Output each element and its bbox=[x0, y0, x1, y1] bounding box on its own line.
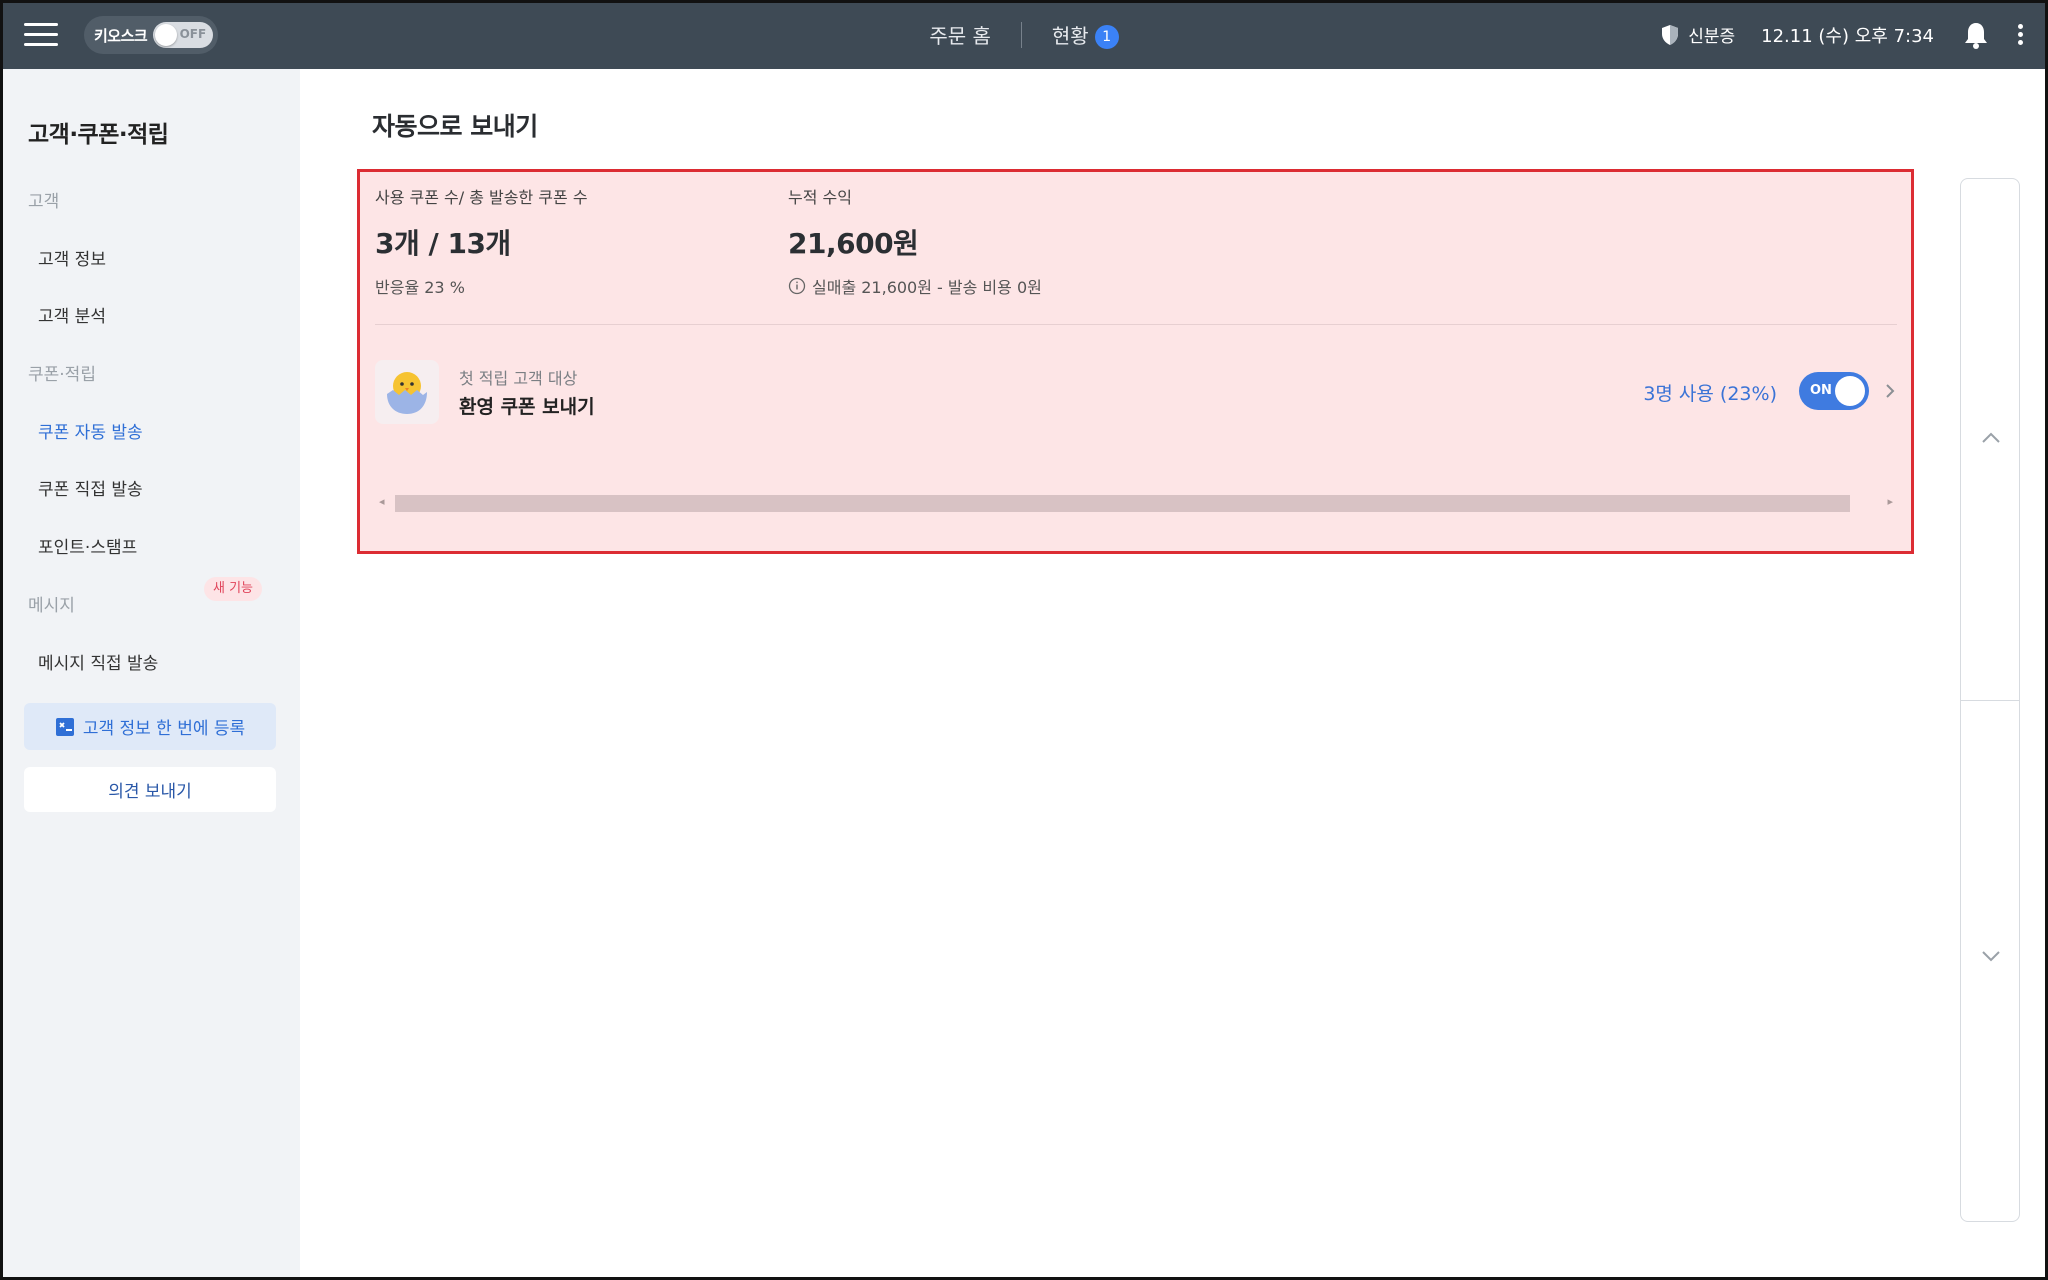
feedback-button[interactable]: 의견 보내기 bbox=[24, 767, 276, 812]
toggle-knob bbox=[1835, 376, 1865, 406]
coupon-usage-label: 사용 쿠폰 수/ 총 발송한 쿠폰 수 bbox=[375, 188, 588, 207]
horizontal-scrollbar[interactable]: ◂ ▸ bbox=[375, 492, 1897, 512]
bell-icon[interactable] bbox=[1964, 21, 1988, 49]
nav-status[interactable]: 현황 1 bbox=[1052, 20, 1119, 49]
nav-divider bbox=[1020, 21, 1022, 48]
chick-icon bbox=[375, 360, 439, 424]
coupon-usage-value: 3개 / 13개 bbox=[375, 227, 511, 260]
menu-icon[interactable] bbox=[24, 23, 58, 47]
sidebar-item-coupon-direct[interactable]: 쿠폰 직접 발송 bbox=[38, 475, 143, 500]
revenue-detail: 실매출 21,600원 - 발송 비용 0원 bbox=[812, 278, 1042, 297]
revenue-value: 21,600원 bbox=[788, 227, 919, 260]
status-count-badge: 1 bbox=[1094, 25, 1119, 49]
revenue-detail-row: 실매출 21,600원 - 발송 비용 0원 bbox=[788, 274, 1042, 298]
sidebar-item-customer-analysis[interactable]: 고객 분석 bbox=[38, 302, 106, 327]
switch-knob bbox=[155, 24, 178, 46]
auto-send-summary-card: 사용 쿠폰 수/ 총 발송한 쿠폰 수 3개 / 13개 반응율 23 % 누적… bbox=[357, 169, 1914, 554]
toggle-state: ON bbox=[1810, 383, 1832, 398]
coupon-usage-count: 3명 사용 (23%) bbox=[1643, 383, 1777, 405]
vertical-nav-panel bbox=[1960, 178, 2020, 1222]
sidebar-group-customer: 고객 bbox=[28, 192, 60, 212]
register-customers-button[interactable]: 고객 정보 한 번에 등록 bbox=[24, 703, 276, 750]
coupon-target: 첫 적립 고객 대상 bbox=[459, 369, 578, 388]
sidebar-group-message: 메시지 bbox=[28, 596, 75, 616]
scrollbar-thumb[interactable] bbox=[395, 495, 1850, 512]
divider bbox=[375, 324, 1897, 325]
sidebar-item-coupon-auto[interactable]: 쿠폰 자동 발송 bbox=[38, 418, 143, 443]
sidebar-item-customer-info[interactable]: 고객 정보 bbox=[38, 245, 106, 270]
register-button-label: 고객 정보 한 번에 등록 bbox=[82, 719, 246, 739]
coupon-on-toggle[interactable]: ON bbox=[1799, 372, 1869, 410]
coupon-row[interactable]: 첫 적립 고객 대상 환영 쿠폰 보내기 3명 사용 (23%) ON bbox=[375, 357, 1897, 427]
sidebar-item-message-direct[interactable]: 메시지 직접 발송 bbox=[38, 649, 158, 674]
more-vertical-icon[interactable] bbox=[2018, 21, 2024, 48]
sidebar-group-coupon: 쿠폰·적립 bbox=[28, 365, 96, 385]
scroll-left-icon[interactable]: ◂ bbox=[379, 495, 385, 508]
response-rate: 반응율 23 % bbox=[375, 278, 465, 297]
page-title: 자동으로 보내기 bbox=[372, 112, 538, 141]
info-icon[interactable] bbox=[788, 277, 806, 295]
revenue-label: 누적 수익 bbox=[788, 188, 852, 207]
revenue-stat: 누적 수익 21,600원 실매출 21,600원 - 발송 비용 0원 bbox=[788, 184, 1042, 298]
kiosk-switch[interactable]: OFF bbox=[153, 22, 214, 48]
panel-divider bbox=[1961, 700, 2019, 701]
scroll-right-icon[interactable]: ▸ bbox=[1887, 495, 1893, 508]
id-check-label: 신분증 bbox=[1688, 27, 1736, 47]
shield-icon bbox=[1662, 24, 1679, 45]
top-right-controls: 신분증 12.11 (수) 오후 7:34 bbox=[1660, 0, 2048, 69]
sidebar: 고객·쿠폰·적립 고객 고객 정보 고객 분석 쿠폰·적립 쿠폰 자동 발송 쿠… bbox=[0, 69, 300, 1280]
nav-order-home[interactable]: 주문 홈 bbox=[929, 20, 991, 49]
chevron-right-icon[interactable] bbox=[1883, 379, 1897, 403]
sidebar-item-point-stamp[interactable]: 포인트·스탬프 bbox=[38, 533, 137, 558]
coupon-name: 환영 쿠폰 보내기 bbox=[459, 396, 595, 418]
register-icon bbox=[55, 717, 74, 736]
kiosk-state: OFF bbox=[179, 27, 207, 41]
chevron-down-icon[interactable] bbox=[1980, 949, 2002, 963]
top-bar: 키오스크 OFF 주문 홈 현황 1 신분증 12.11 (수) 오후 7:34 bbox=[0, 0, 2048, 69]
sidebar-title: 고객·쿠폰·적립 bbox=[28, 122, 169, 148]
nav-status-label: 현황 bbox=[1051, 24, 1089, 48]
kiosk-label: 키오스크 bbox=[94, 26, 148, 45]
kiosk-toggle-group[interactable]: 키오스크 OFF bbox=[84, 16, 218, 54]
new-feature-badge: 새 기능 bbox=[204, 577, 263, 601]
id-check-button[interactable]: 신분증 bbox=[1660, 22, 1735, 47]
datetime: 12.11 (수) 오후 7:34 bbox=[1761, 25, 1934, 47]
coupon-usage-stat: 사용 쿠폰 수/ 총 발송한 쿠폰 수 3개 / 13개 반응율 23 % bbox=[375, 184, 588, 298]
chevron-up-icon[interactable] bbox=[1980, 431, 2002, 445]
